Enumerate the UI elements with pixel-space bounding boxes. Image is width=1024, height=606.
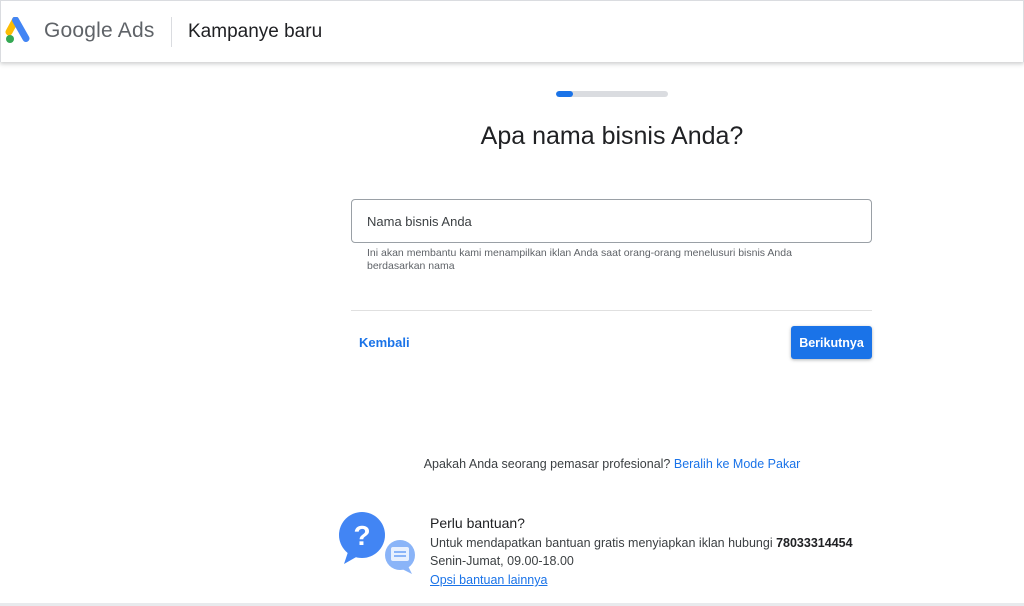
- brand-name[interactable]: Google Ads: [44, 19, 155, 43]
- help-title: Perlu bantuan?: [430, 515, 525, 531]
- next-button[interactable]: Berikutnya: [791, 326, 872, 359]
- help-description-text: Untuk mendapatkan bantuan gratis menyiap…: [430, 536, 777, 550]
- header-divider: [171, 17, 172, 47]
- back-button[interactable]: Kembali: [359, 335, 410, 350]
- svg-text:?: ?: [353, 520, 370, 551]
- progress-bar: [556, 91, 668, 97]
- page-title: Kampanye baru: [188, 21, 323, 42]
- expert-mode-link[interactable]: Beralih ke Mode Pakar: [674, 457, 800, 471]
- expert-mode-prompt: Apakah Anda seorang pemasar profesional?…: [0, 457, 1024, 471]
- help-phone-number: 78033314454: [776, 536, 853, 550]
- business-name-field[interactable]: [351, 199, 872, 243]
- more-help-options-link[interactable]: Opsi bantuan lainnya: [430, 573, 547, 587]
- business-name-input[interactable]: [352, 200, 857, 242]
- question-chat-icon: ?: [339, 512, 415, 574]
- help-description: Untuk mendapatkan bantuan gratis menyiap…: [430, 536, 853, 550]
- progress-bar-fill: [556, 91, 573, 97]
- expert-mode-text: Apakah Anda seorang pemasar profesional?: [423, 457, 674, 471]
- section-divider: [351, 310, 872, 311]
- google-ads-logo-icon[interactable]: [5, 17, 35, 47]
- question-heading: Apa nama bisnis Anda?: [480, 122, 744, 150]
- helper-text: Ini akan membantu kami menampilkan iklan…: [367, 247, 792, 272]
- help-hours: Senin-Jumat, 09.00-18.00: [430, 554, 574, 568]
- top-app-bar: Google Ads Kampanye baru: [0, 0, 1024, 62]
